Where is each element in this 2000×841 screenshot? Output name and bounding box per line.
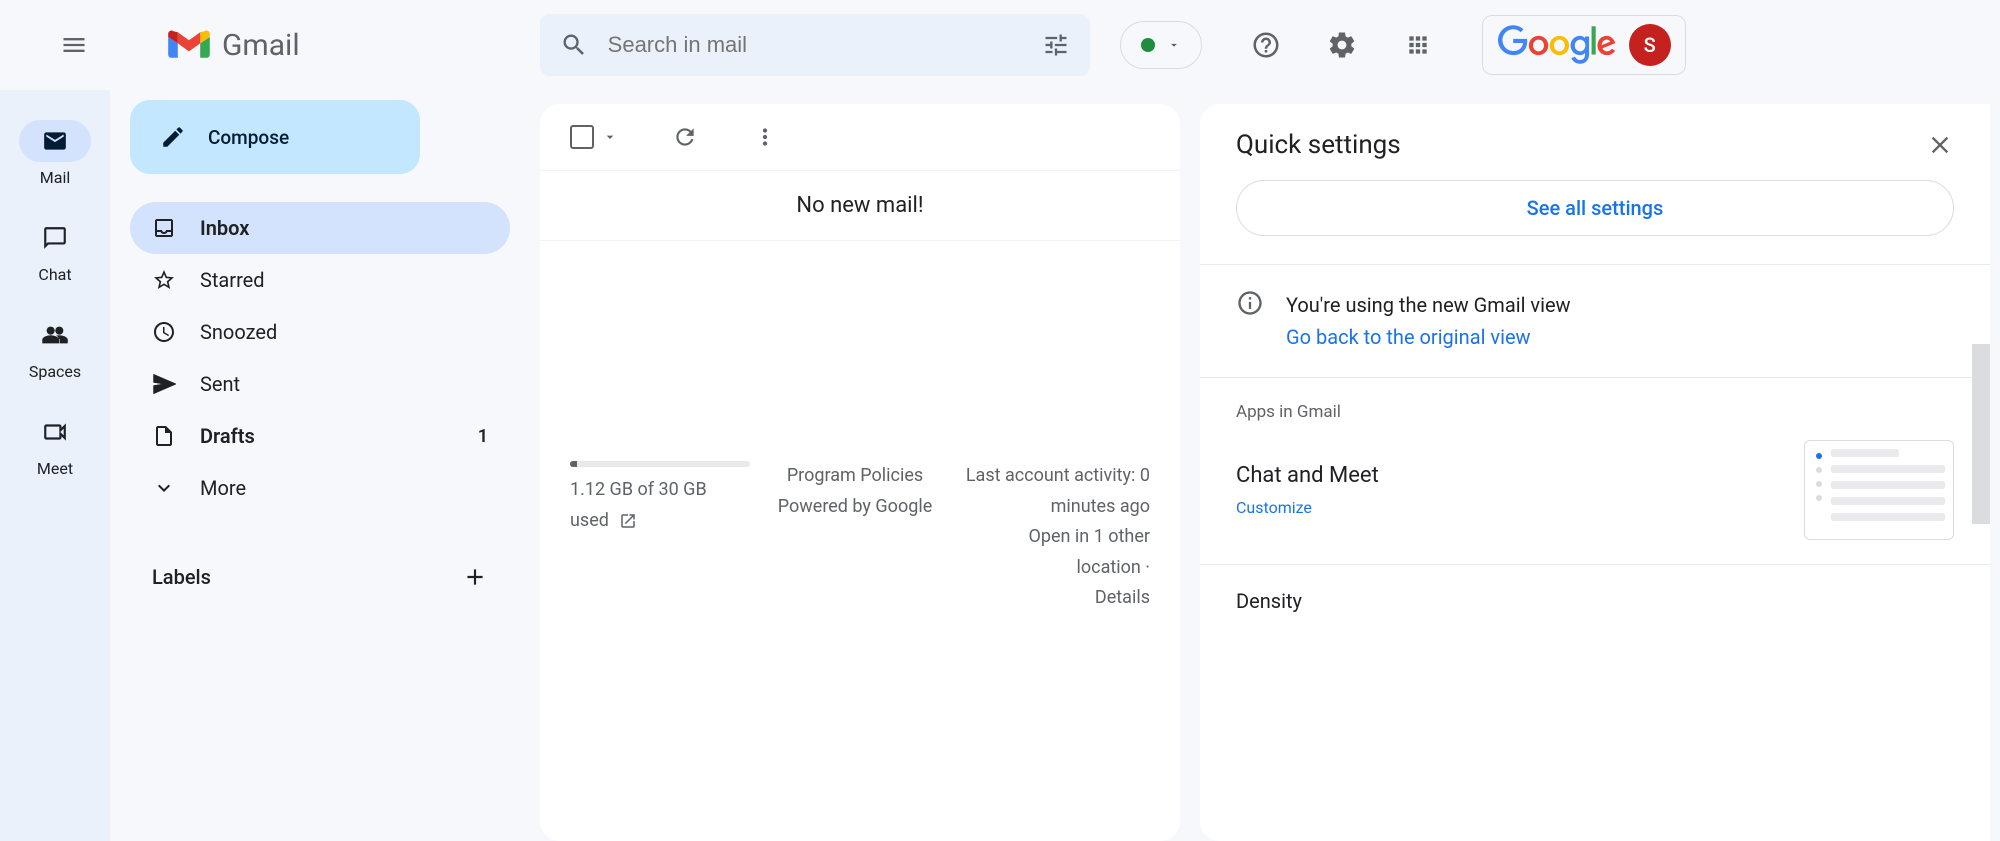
rail-item-mail[interactable]: Mail [19,120,91,187]
chat-meet-title: Chat and Meet [1236,463,1379,488]
nav-drafts[interactable]: Drafts 1 [130,410,510,462]
account-switcher[interactable]: S [1482,15,1686,75]
activity-info: Last account activity: 0 minutes ago Ope… [960,461,1150,614]
spaces-icon [42,322,68,348]
nav-rail: Mail Chat Spaces Meet [0,90,110,841]
avatar: S [1629,24,1671,66]
mail-toolbar [540,124,1180,170]
sidebar: Compose Inbox Starred Snoozed Sent Draft… [110,90,530,841]
pencil-icon [160,124,186,150]
checkbox-icon [570,125,594,149]
footer-links: Program Policies Powered by Google [770,461,940,614]
send-icon [152,372,176,396]
apps-section: Apps in Gmail Chat and Meet Customize [1200,377,1990,564]
nav-inbox[interactable]: Inbox [130,202,510,254]
new-view-notice: You're using the new Gmail view Go back … [1200,264,1990,377]
support-button[interactable] [1242,21,1290,69]
powered-by: Powered by Google [770,492,940,523]
content-area: No new mail! 1.12 GB of 30 GB used Progr… [530,90,2000,841]
add-label-icon[interactable] [462,564,488,590]
nav-snoozed[interactable]: Snoozed [130,306,510,358]
hamburger-icon [60,31,88,59]
refresh-icon[interactable] [672,124,698,150]
chevron-down-icon [152,476,176,500]
main-layout: Mail Chat Spaces Meet Compose Inbox [0,90,2000,841]
inbox-icon [152,216,176,240]
active-status-dot [1141,38,1155,52]
nav-sent[interactable]: Sent [130,358,510,410]
folder-list: Inbox Starred Snoozed Sent Drafts 1 M [130,202,510,514]
close-icon[interactable] [1926,131,1954,159]
details-link[interactable]: Details [960,583,1150,614]
header-actions [1242,21,1442,69]
customize-link[interactable]: Customize [1236,498,1379,517]
nav-starred[interactable]: Starred [130,254,510,306]
storage-bar [570,461,750,467]
app-name: Gmail [222,28,300,63]
scrollbar[interactable] [1972,344,1990,524]
header: Gmail S [0,0,2000,90]
gmail-logo-icon [168,29,210,61]
meet-icon [42,419,68,445]
gear-icon [1327,30,1357,60]
dropdown-icon [1167,38,1181,52]
status-indicator[interactable] [1120,21,1202,69]
mail-panel: No new mail! 1.12 GB of 30 GB used Progr… [540,104,1180,841]
quick-settings-title: Quick settings [1236,130,1401,160]
star-icon [152,268,176,292]
compose-button[interactable]: Compose [130,100,420,174]
empty-state: No new mail! [540,170,1180,241]
see-all-settings-button[interactable]: See all settings [1236,180,1954,236]
mail-icon [42,128,68,154]
program-policies-link[interactable]: Program Policies [770,461,940,492]
info-icon [1236,289,1264,317]
storage-info[interactable]: 1.12 GB of 30 GB used [570,461,750,614]
go-back-link[interactable]: Go back to the original view [1286,321,1571,353]
layout-preview [1804,440,1954,540]
apps-button[interactable] [1394,21,1442,69]
gmail-logo[interactable]: Gmail [168,28,300,63]
quick-settings-panel: Quick settings See all settings You're u… [1200,104,1990,841]
rail-item-meet[interactable]: Meet [19,411,91,478]
chat-icon [42,225,68,251]
search-bar[interactable] [540,14,1090,76]
main-menu-button[interactable] [50,21,98,69]
apps-grid-icon [1405,32,1431,58]
settings-button[interactable] [1318,21,1366,69]
select-all[interactable] [570,125,618,149]
search-options-icon[interactable] [1042,31,1070,59]
help-icon [1251,30,1281,60]
mail-footer: 1.12 GB of 30 GB used Program Policies P… [540,461,1180,614]
labels-header: Labels [130,564,510,590]
rail-item-spaces[interactable]: Spaces [19,314,91,381]
draft-icon [152,424,176,448]
clock-icon [152,320,176,344]
dropdown-icon [602,129,618,145]
density-section: Density [1200,564,1990,655]
search-input[interactable] [608,32,1042,58]
nav-more[interactable]: More [130,462,510,514]
rail-item-chat[interactable]: Chat [19,217,91,284]
google-logo-icon [1497,25,1617,65]
more-icon[interactable] [752,124,778,150]
search-icon[interactable] [560,31,588,59]
open-icon [619,512,637,530]
